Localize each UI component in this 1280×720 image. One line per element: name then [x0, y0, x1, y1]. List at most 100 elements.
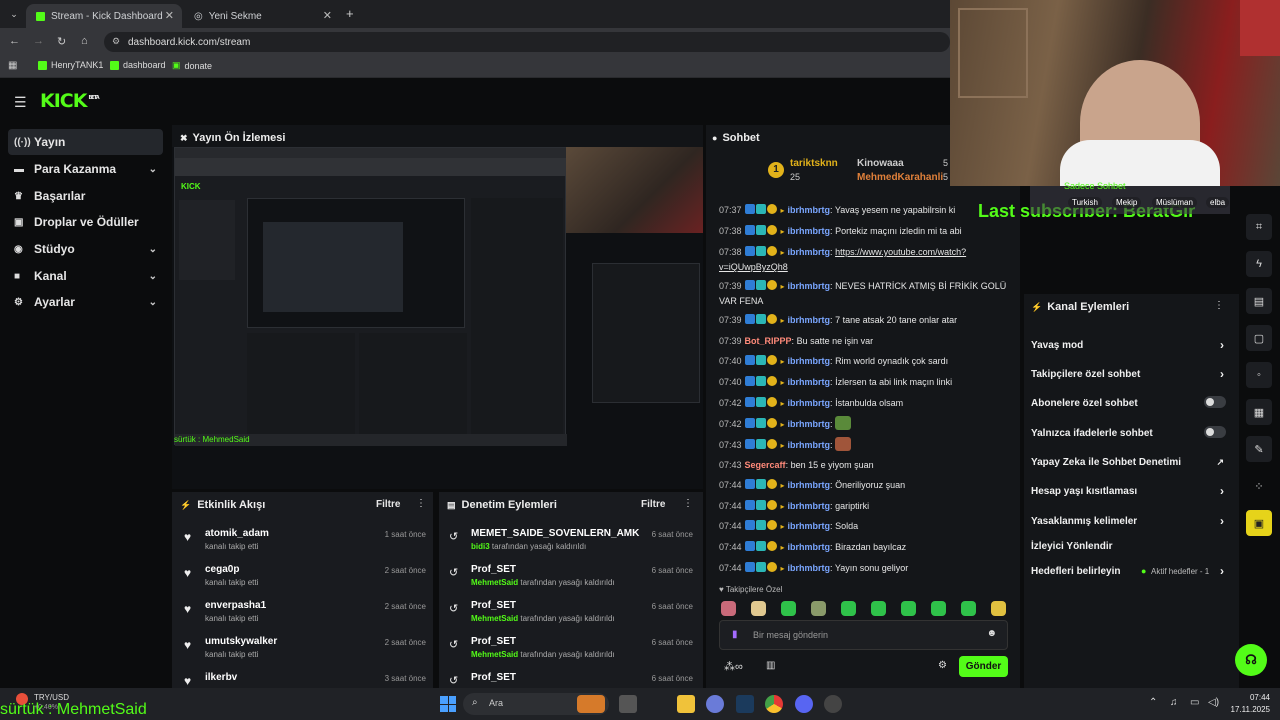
emote-icon[interactable] — [721, 601, 736, 616]
moderation-target[interactable]: Prof_SET — [471, 672, 516, 683]
chat-settings-icon[interactable]: ⚙ — [938, 660, 947, 671]
channel-action-item[interactable]: Hedefleri belirleyin ● Aktif hedefler - 1 › — [1031, 564, 1226, 580]
send-button[interactable]: Gönder — [959, 656, 1008, 677]
hamburger-menu-icon[interactable]: ☰ — [14, 94, 27, 111]
clock-date[interactable]: 17.11.2025 — [1226, 705, 1270, 714]
activity-user[interactable]: umutskywalker — [205, 636, 277, 647]
chat-username[interactable]: ibrhmbrtg — [788, 398, 831, 408]
store-icon[interactable]: ▥ — [766, 660, 775, 671]
activity-user[interactable]: ilkerbv — [205, 672, 237, 683]
more-options-icon[interactable]: ⋮ — [683, 498, 693, 509]
tab-new-tab[interactable]: ◎ Yeni Sekme ✕ — [184, 4, 340, 28]
moderation-item[interactable]: ↺ Prof_SET MehmetSaid tarafından yasağı ka… — [449, 600, 693, 632]
sidebar-item-para-kazanma[interactable]: ▬ Para Kazanma ⌄ — [8, 156, 163, 182]
chat-username[interactable]: ibrhmbrtg — [788, 521, 831, 531]
more-options-icon[interactable]: ⋮ — [1214, 300, 1224, 311]
moderation-target[interactable]: MEMET_SAIDE_SOVENLERN_AMK — [471, 528, 639, 539]
chat-username[interactable]: Segercaff — [745, 460, 786, 470]
moderation-actor[interactable]: bidi3 — [471, 542, 490, 551]
activity-user[interactable]: enverpasha1 — [205, 600, 266, 611]
emote-icon[interactable] — [871, 601, 886, 616]
emote-icon[interactable] — [781, 601, 796, 616]
bookmark-donate[interactable]: ▣ donate — [172, 60, 212, 71]
forward-arrow-icon[interactable]: → — [33, 35, 44, 47]
top-gifter-name[interactable]: tariktsknn — [790, 158, 838, 169]
chat-username[interactable]: ibrhmbrtg — [788, 419, 831, 429]
chat-username[interactable]: ibrhmbrtg — [788, 563, 831, 573]
channel-action-item[interactable]: Yavaş mod › — [1031, 338, 1226, 354]
chat-username[interactable]: ibrhmbrtg — [788, 315, 831, 325]
home-icon[interactable]: ⌂ — [81, 35, 88, 47]
tab-search-button[interactable]: ⌄ — [6, 6, 22, 22]
channel-action-item[interactable]: Yasaklanmış kelimeler › — [1031, 514, 1226, 530]
rail-dots-icon[interactable]: ⁘ — [1246, 473, 1272, 499]
chat-username[interactable]: ibrhmbrtg — [788, 377, 831, 387]
rail-doc-icon[interactable]: ▤ — [1246, 288, 1272, 314]
moderation-item[interactable]: ↺ Prof_SET MehmetSaid tarafından yasağı ka… — [449, 564, 693, 596]
toggle-switch[interactable] — [1204, 396, 1226, 408]
chat-username[interactable]: ibrhmbrtg — [788, 501, 831, 511]
activity-item[interactable]: ♥ atomik_adam kanalı takip etti 1 saat önce — [184, 528, 426, 560]
chat-username[interactable]: ibrhmbrtg — [788, 480, 831, 490]
toggle-switch[interactable] — [1204, 426, 1226, 438]
emote-icon[interactable] — [751, 601, 766, 616]
channel-action-item[interactable]: Yapay Zeka ile Sohbet Denetimi ↗ — [1031, 457, 1226, 471]
moderation-actor[interactable]: MehmetSaid — [471, 578, 518, 587]
rail-scan-icon[interactable]: ⌗ — [1246, 214, 1272, 240]
steam-icon[interactable] — [736, 695, 754, 713]
rail-clapper-icon[interactable]: ▣ — [1246, 510, 1272, 536]
sidebar-item-studyo[interactable]: ◉ Stüdyo ⌄ — [8, 236, 163, 262]
emote-icon[interactable] — [841, 601, 856, 616]
tray-chevron-icon[interactable]: ⌃ — [1149, 697, 1157, 708]
site-info-icon[interactable]: ⚙ — [112, 36, 120, 47]
mic-tray-icon[interactable]: ♫ — [1170, 697, 1178, 708]
app-icon[interactable] — [706, 695, 724, 713]
activity-item[interactable]: ♥ umutskywalker kanalı takip etti 2 saat ön… — [184, 636, 426, 668]
third-gifter-name[interactable]: MehmedKarahanli — [857, 172, 943, 183]
network-icon[interactable]: ▭ — [1190, 697, 1199, 708]
channel-action-item[interactable]: İzleyici Yönlendir — [1031, 541, 1226, 555]
bookmark-henrytank1[interactable]: HenryTANK1 — [38, 60, 103, 70]
moderation-target[interactable]: Prof_SET — [471, 600, 615, 611]
close-tab-icon[interactable]: ✕ — [165, 9, 174, 22]
kick-logo[interactable]: KICK BETA — [40, 90, 100, 112]
activity-filter-button[interactable]: Filtre — [376, 499, 400, 510]
activity-user[interactable]: cega0p — [205, 564, 258, 575]
reload-icon[interactable]: ↻ — [57, 35, 66, 48]
chat-username[interactable]: Bot_RIPPP — [745, 336, 792, 346]
infinity-icon[interactable]: ⁂∞ — [724, 660, 743, 673]
moderation-target[interactable]: Prof_SET — [471, 564, 615, 575]
rail-chat-icon[interactable]: ▢ — [1246, 325, 1272, 351]
moderation-filter-button[interactable]: Filtre — [641, 499, 665, 510]
second-gifter-name[interactable]: Kinowaaa — [857, 158, 904, 169]
preview-video[interactable]: KICK sürtük : MehmedSaid — [172, 147, 703, 489]
sidebar-item-ayarlar[interactable]: ⚙ Ayarlar ⌄ — [8, 289, 163, 315]
moderation-item[interactable]: ↺ MEMET_SAIDE_SOVENLERN_AMK bidi3 tarafınd… — [449, 528, 693, 560]
rail-wrench-icon[interactable]: ✎ — [1246, 436, 1272, 462]
sidebar-item-droplar[interactable]: ▣ Droplar ve Ödüller — [8, 209, 163, 235]
back-arrow-icon[interactable]: ← — [9, 35, 20, 47]
url-field[interactable]: ⚙ dashboard.kick.com/stream — [104, 32, 950, 52]
rail-bolt-icon[interactable]: ϟ — [1246, 251, 1272, 277]
apps-grid-icon[interactable]: ▦ — [8, 60, 17, 71]
chat-username[interactable]: ibrhmbrtg — [788, 226, 831, 236]
moderation-actor[interactable]: MehmetSaid — [471, 614, 518, 623]
emoji-icon[interactable]: ☻ — [986, 628, 997, 639]
chat-username[interactable]: ibrhmbrtg — [788, 205, 831, 215]
channel-action-item[interactable]: Yalnızca ifadelerle sohbet — [1031, 426, 1226, 442]
rail-radio-icon[interactable]: ◦ — [1246, 362, 1272, 388]
moderation-item[interactable]: ↺ Prof_SET MehmetSaid tarafından yasağı ka… — [449, 636, 693, 668]
volume-icon[interactable]: ◁) — [1208, 697, 1219, 708]
emote-icon[interactable] — [961, 601, 976, 616]
emote-icon[interactable] — [991, 601, 1006, 616]
chat-username[interactable]: ibrhmbrtg — [788, 440, 831, 450]
file-explorer-icon[interactable] — [677, 695, 695, 713]
sidebar-item-yayin[interactable]: ((·)) Yayın — [8, 129, 163, 155]
chat-input[interactable]: ▮ Bir mesaj gönderin ☻ — [719, 620, 1008, 650]
chat-username[interactable]: ibrhmbrtg — [788, 247, 831, 257]
taskview-icon[interactable] — [619, 695, 637, 713]
clock-time[interactable]: 07:44 — [1240, 693, 1270, 702]
emote-icon[interactable] — [901, 601, 916, 616]
activity-item[interactable]: ♥ enverpasha1 kanalı takip etti 2 saat önce — [184, 600, 426, 632]
rail-layout-icon[interactable]: ▦ — [1246, 399, 1272, 425]
